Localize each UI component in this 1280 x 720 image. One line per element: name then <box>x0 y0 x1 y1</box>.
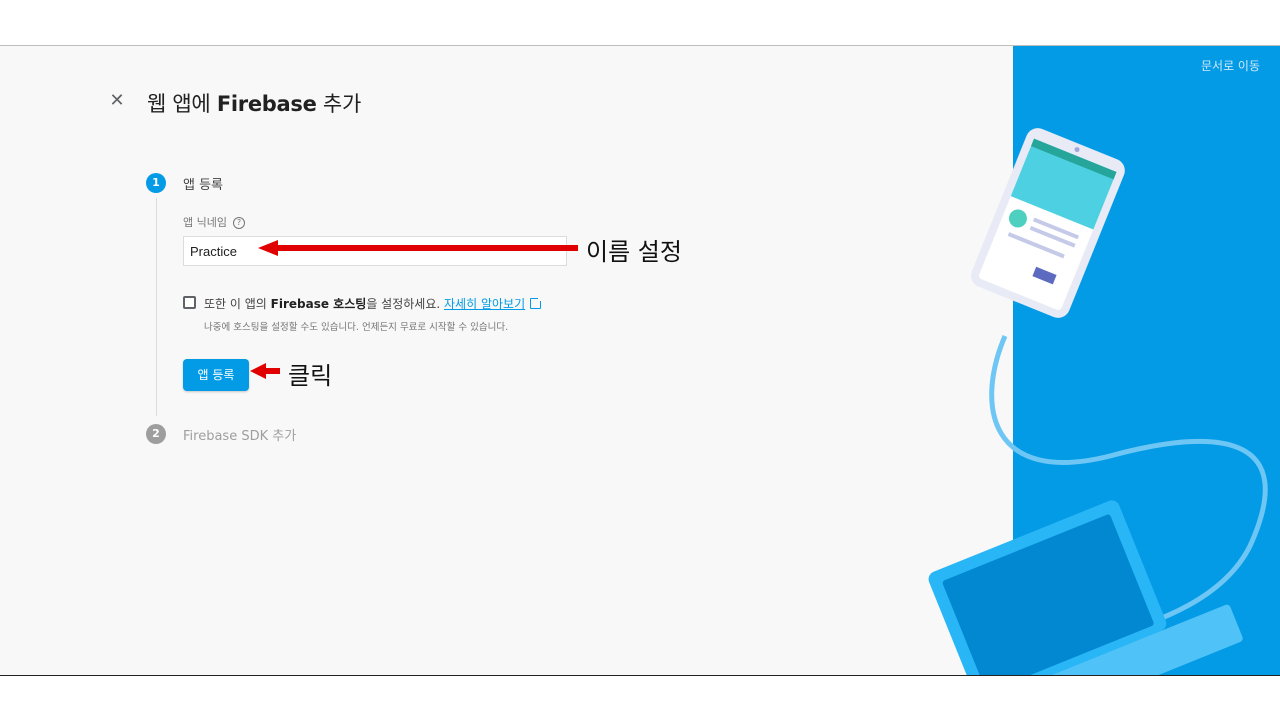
hosting-note: 나중에 호스팅을 설정할 수도 있습니다. 언제든지 무료로 시작할 수 있습니… <box>204 322 509 333</box>
step-2-label: Firebase SDK 추가 <box>183 429 297 444</box>
firebase-add-web-app-page: 문서로 이동 ✕ 웹 앱에 Firebase 추가 1 앱 등록 앱 닉네임 ?… <box>0 45 1280 676</box>
hosting-suffix: 을 설정하세요. <box>366 297 441 311</box>
annotation-name-hint: 이름 설정 <box>586 238 682 266</box>
annotation-arrow-left-icon <box>258 240 578 256</box>
help-icon[interactable]: ? <box>232 217 245 229</box>
docs-link[interactable]: 문서로 이동 <box>1201 57 1260 74</box>
hosting-option: 또한 이 앱의 Firebase 호스팅을 설정하세요. 자세히 알아보기 <box>204 295 544 312</box>
hosting-prefix: 또한 이 앱의 <box>204 297 267 311</box>
step-2-number: 2 <box>146 424 166 444</box>
annotation-arrow-left-icon <box>250 363 280 379</box>
nickname-label: 앱 닉네임? <box>183 214 245 230</box>
nickname-label-text: 앱 닉네임 <box>183 216 227 229</box>
title-prefix: 웹 앱에 <box>147 92 211 116</box>
step-1-number: 1 <box>146 173 166 193</box>
step-1-label: 앱 등록 <box>183 178 224 193</box>
page-title: 웹 앱에 Firebase 추가 <box>147 88 361 118</box>
hosting-checkbox[interactable] <box>183 296 196 309</box>
hosting-bold: Firebase 호스팅 <box>270 297 367 311</box>
title-suffix: 추가 <box>322 92 361 116</box>
stepper-line <box>156 198 157 416</box>
annotation-click-hint: 클릭 <box>288 362 333 390</box>
open-in-new-icon[interactable] <box>530 296 544 309</box>
register-app-button[interactable]: 앱 등록 <box>183 359 249 391</box>
learn-more-link[interactable]: 자세히 알아보기 <box>444 297 525 311</box>
close-icon[interactable]: ✕ <box>108 92 126 110</box>
title-brand: Firebase <box>216 92 317 116</box>
device-illustration <box>928 128 1268 675</box>
